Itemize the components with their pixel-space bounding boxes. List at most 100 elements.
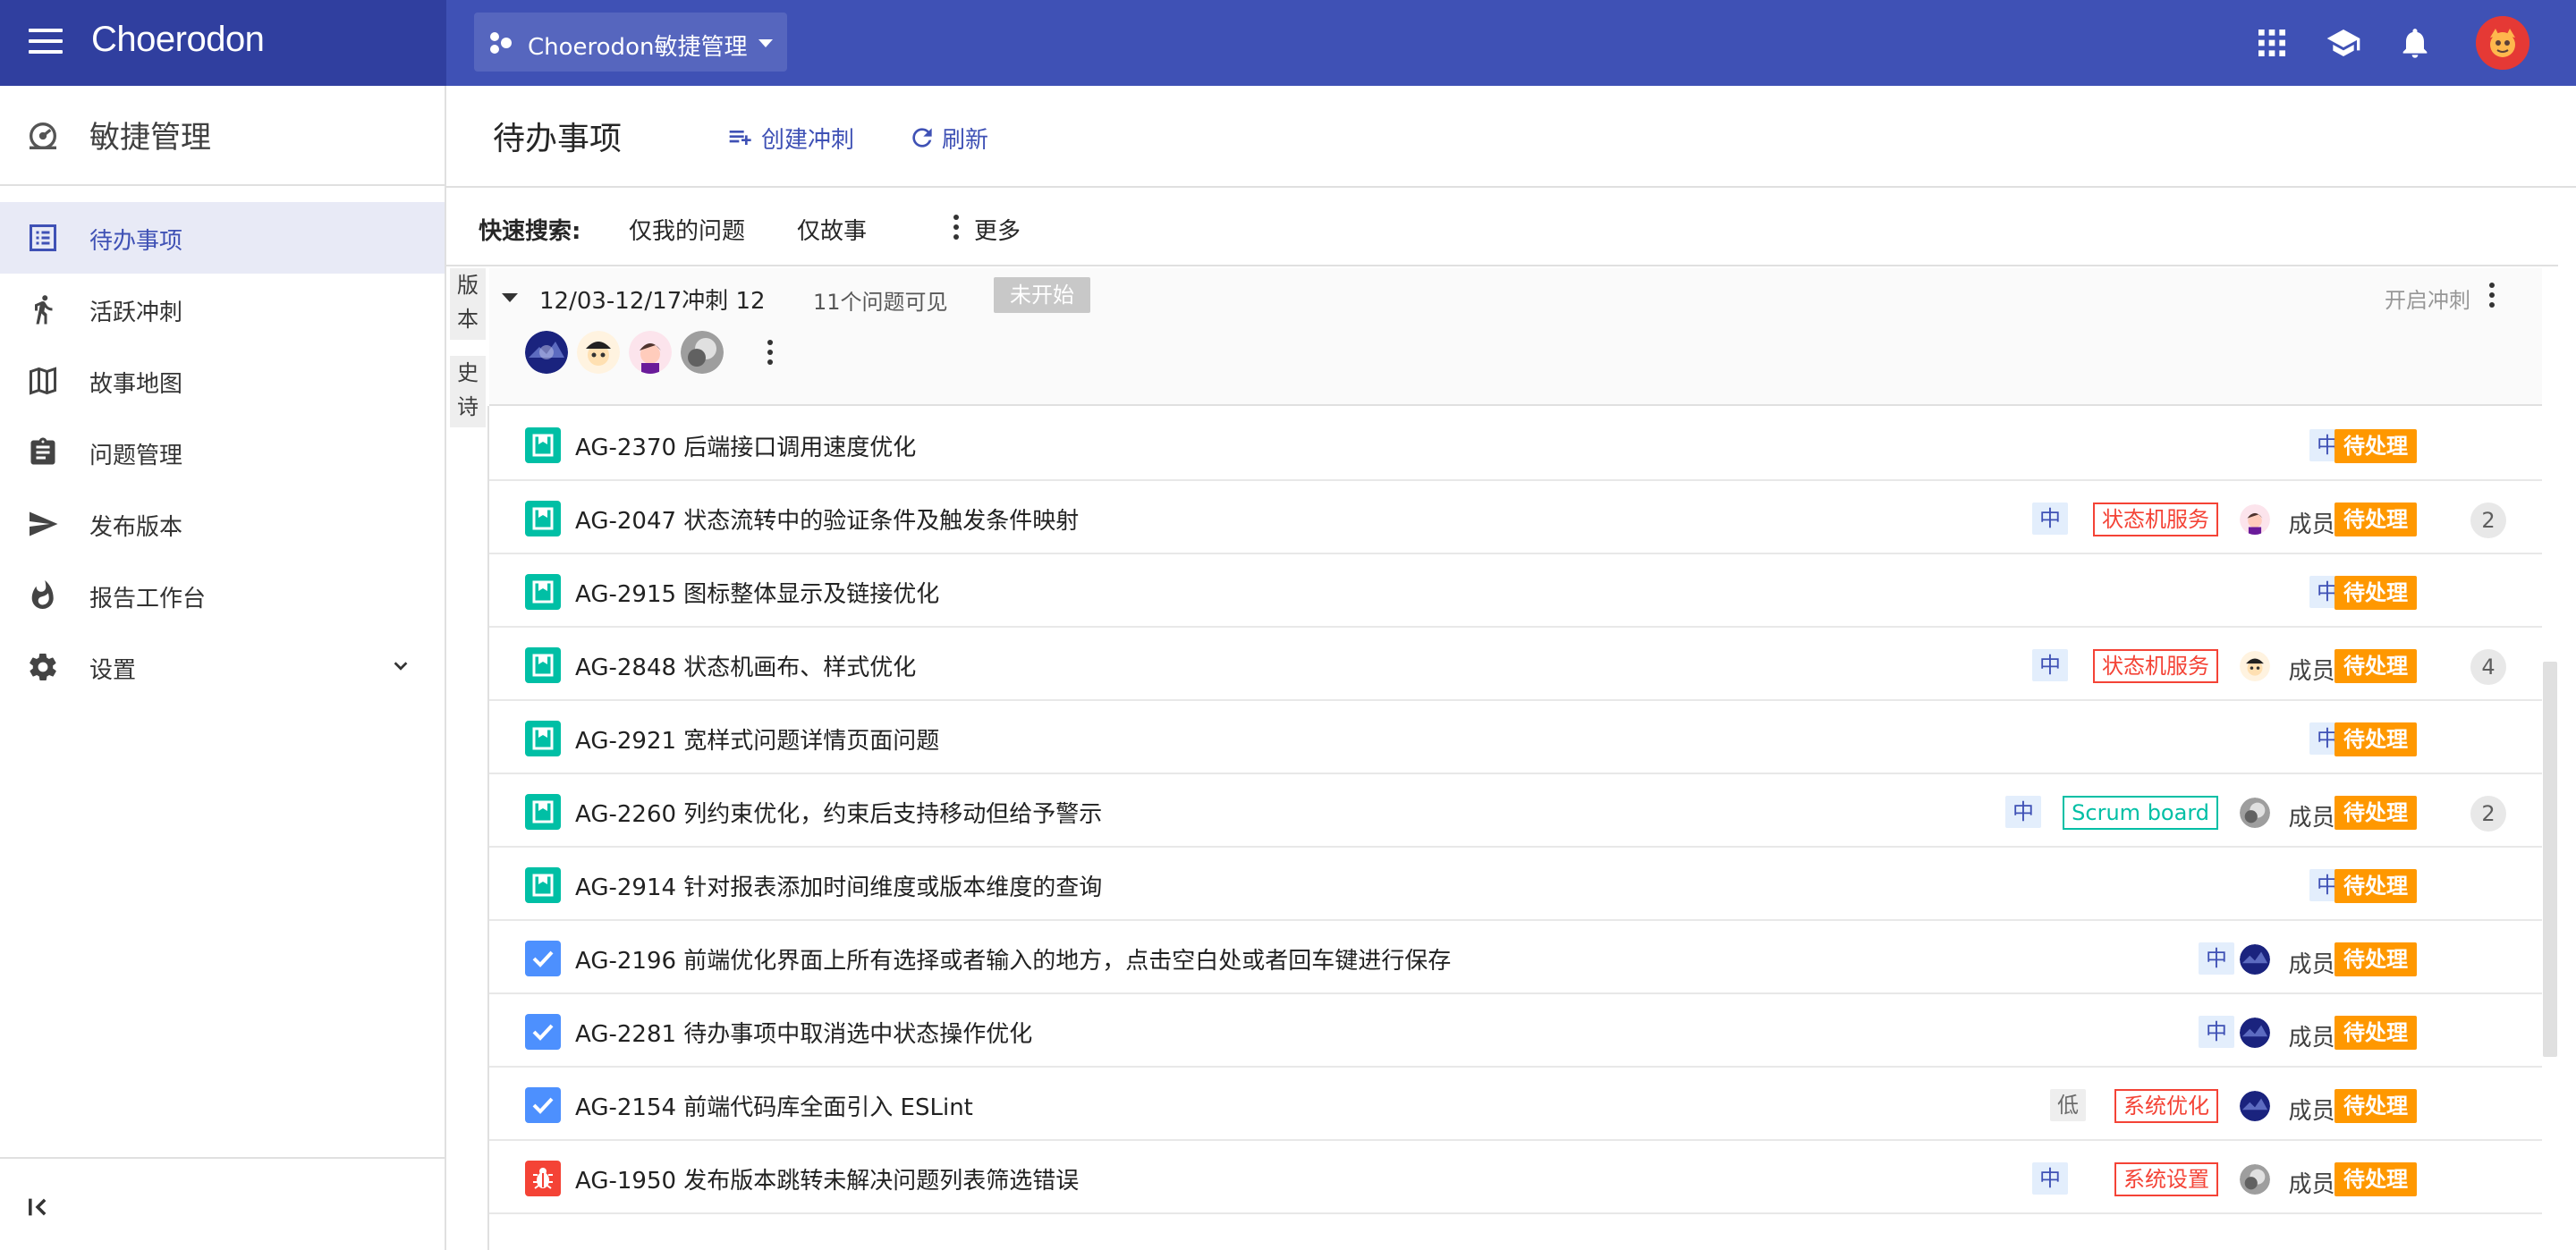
story-icon [525, 794, 561, 830]
sidebar-item-label: 问题管理 [89, 443, 183, 469]
issue-row[interactable]: AG-2915 图标整体显示及链接优化 中 待处理 [489, 554, 2542, 628]
gear-icon [30, 654, 56, 680]
avatar[interactable] [577, 331, 620, 374]
menu-icon[interactable] [29, 29, 63, 57]
project-name: Choerodon敏捷管理 [528, 34, 748, 61]
issue-row[interactable]: AG-1950 发布版本跳转未解决问题列表筛选错误 中 系统设置 成员3 待处理 [489, 1141, 2542, 1214]
sidebar-item-label: 发布版本 [89, 514, 183, 541]
avatar[interactable] [681, 331, 724, 374]
tab-epic[interactable]: 史诗 [450, 356, 486, 427]
member-more-icon[interactable] [759, 334, 781, 370]
top-bar: Choerodon Choerodon敏捷管理 [0, 0, 2576, 86]
sidebar-footer [0, 1157, 445, 1250]
status-badge[interactable]: 待处理 [2334, 1162, 2417, 1196]
priority-badge: 中 [2199, 1016, 2234, 1048]
sidebar-item-reports[interactable]: 报告工作台 [0, 560, 445, 631]
sidebar-item-story-map[interactable]: 故事地图 [0, 345, 445, 417]
issue-title: AG-2154 前端代码库全面引入 ESLint [575, 1094, 973, 1121]
issue-title: AG-2370 后端接口调用速度优化 [575, 435, 917, 461]
story-icon [525, 721, 561, 756]
issue-row[interactable]: AG-2914 针对报表添加时间维度或版本维度的查询 中 待处理 [489, 848, 2542, 921]
school-icon[interactable] [2326, 25, 2361, 61]
avatar[interactable] [629, 331, 672, 374]
story-icon [525, 574, 561, 610]
apps-icon[interactable] [2254, 25, 2290, 61]
priority-badge: 中 [2199, 942, 2234, 975]
bell-icon[interactable] [2397, 25, 2433, 61]
issue-row[interactable]: AG-2370 后端接口调用速度优化 中 待处理 [489, 408, 2542, 481]
project-icon [488, 30, 513, 55]
status-badge[interactable]: 待处理 [2334, 942, 2417, 976]
priority-badge: 低 [2050, 1089, 2086, 1121]
issue-title: AG-2260 列约束优化，约束后支持移动但给予警示 [575, 801, 1103, 828]
sidebar-item-label: 故事地图 [89, 371, 183, 398]
status-badge[interactable]: 待处理 [2334, 649, 2417, 683]
brand-logo[interactable]: Choerodon [91, 20, 265, 60]
status-badge[interactable]: 待处理 [2334, 429, 2417, 463]
sprint-name[interactable]: 12/03-12/17冲刺 12 [539, 283, 766, 316]
story-icon [525, 647, 561, 683]
sidebar-item-label: 活跃冲刺 [89, 300, 183, 326]
sidebar-header: 敏捷管理 [0, 86, 445, 186]
clipboard-icon [30, 437, 55, 465]
sidebar-item-issues[interactable]: 问题管理 [0, 417, 445, 488]
sprint-header: 12/03-12/17冲刺 12 11个问题可见 未开始 开启冲刺 [489, 268, 2542, 406]
dashboard-icon [30, 122, 56, 149]
project-selector[interactable]: Choerodon敏捷管理 [474, 13, 787, 72]
run-icon [35, 295, 53, 325]
assignee-avatar [2240, 798, 2270, 828]
avatar[interactable] [525, 331, 568, 374]
issue-row[interactable]: AG-2921 宽样式问题详情页面问题 中 待处理 [489, 701, 2542, 774]
chevron-down-icon[interactable] [391, 656, 411, 676]
issue-row[interactable]: AG-2196 前端优化界面上所有选择或者输入的地方，点击空白处或者回车键进行保… [489, 921, 2542, 994]
filter-stories-only[interactable]: 仅故事 [797, 213, 867, 246]
status-badge[interactable]: 待处理 [2334, 576, 2417, 610]
sidebar-item-settings[interactable]: 设置 [0, 631, 445, 703]
issue-title: AG-2848 状态机画布、样式优化 [575, 655, 917, 681]
chevron-down-icon [758, 39, 773, 47]
sprint-issue-count: 11个问题可见 [813, 290, 948, 315]
start-sprint-button[interactable]: 开启冲刺 [2385, 283, 2470, 314]
priority-badge: 中 [2032, 1162, 2068, 1195]
fire-icon [31, 580, 54, 609]
status-badge[interactable]: 待处理 [2334, 722, 2417, 756]
status-badge[interactable]: 待处理 [2334, 503, 2417, 536]
collapse-sprint-icon[interactable] [502, 293, 518, 302]
assignee-avatar [2240, 944, 2270, 975]
map-icon [30, 367, 56, 395]
user-avatar[interactable] [2476, 16, 2529, 70]
issue-row[interactable]: AG-2260 列约束优化，约束后支持移动但给予警示 中 Scrum board… [489, 774, 2542, 848]
collapse-sidebar-icon[interactable] [25, 1195, 50, 1220]
sidebar-item-active-sprint[interactable]: 活跃冲刺 [0, 274, 445, 345]
page-title: 待办事项 [493, 121, 623, 157]
sidebar-item-release[interactable]: 发布版本 [0, 488, 445, 560]
issue-title: AG-2196 前端优化界面上所有选择或者输入的地方，点击空白处或者回车键进行保… [575, 948, 1452, 975]
tab-version[interactable]: 版本 [450, 268, 486, 340]
issue-title: AG-2915 图标整体显示及链接优化 [575, 581, 940, 608]
issue-title: AG-2914 针对报表添加时间维度或版本维度的查询 [575, 874, 1103, 901]
issue-row[interactable]: AG-2154 前端代码库全面引入 ESLint 低 系统优化 成员4 待处理 [489, 1068, 2542, 1141]
status-badge[interactable]: 待处理 [2334, 1089, 2417, 1123]
component-tag: Scrum board [2063, 796, 2218, 830]
playlist-add-icon [729, 131, 751, 145]
sprint-more-icon[interactable] [2481, 277, 2503, 313]
status-badge[interactable]: 待处理 [2334, 869, 2417, 903]
issue-row[interactable]: AG-2281 待办事项中取消选中状态操作优化 中 成员4 待处理 [489, 994, 2542, 1068]
status-badge[interactable]: 待处理 [2334, 1016, 2417, 1050]
issue-row[interactable]: AG-2047 状态流转中的验证条件及触发条件映射 中 状态机服务 成员1 待处… [489, 481, 2542, 554]
list-icon [30, 224, 56, 251]
filter-more[interactable]: 更多 [974, 213, 1021, 246]
story-points-badge: 4 [2470, 649, 2506, 685]
more-vert-icon[interactable] [938, 207, 974, 247]
assignee-avatar [2240, 504, 2270, 535]
task-icon [525, 1087, 561, 1123]
scrollbar[interactable] [2543, 662, 2557, 1057]
sidebar-item-label: 待办事项 [89, 228, 183, 255]
issue-row[interactable]: AG-2848 状态机画布、样式优化 中 状态机服务 成员2 待处理 4 [489, 628, 2542, 701]
component-tag: 系统优化 [2114, 1089, 2218, 1123]
assignee-avatar [2240, 651, 2270, 681]
sidebar-item-backlog[interactable]: 待办事项 [0, 202, 445, 274]
status-badge[interactable]: 待处理 [2334, 796, 2417, 830]
filter-my-issues[interactable]: 仅我的问题 [629, 213, 745, 246]
brand-area: Choerodon [0, 0, 446, 86]
